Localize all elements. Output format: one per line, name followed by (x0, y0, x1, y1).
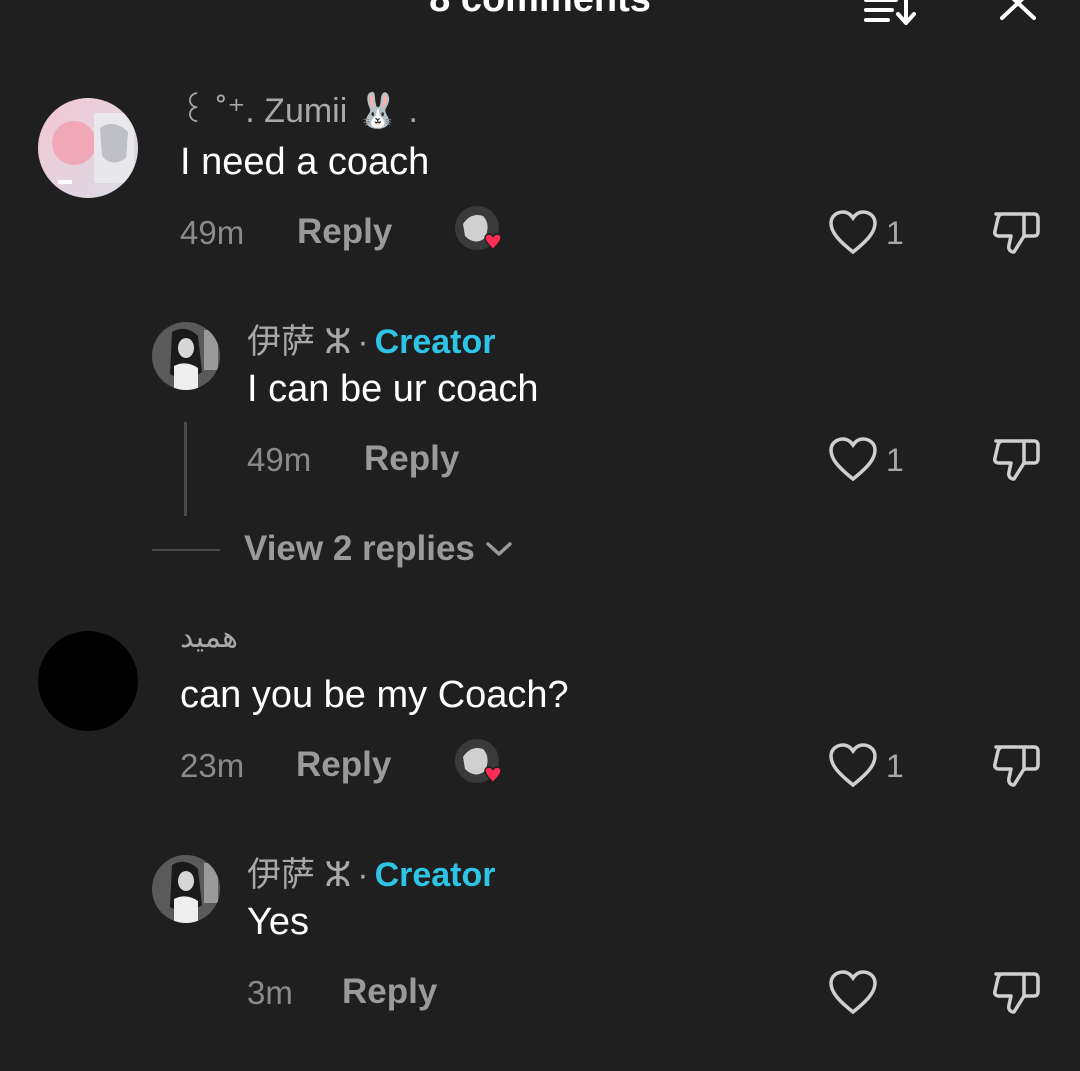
reply-text: I can be ur coach (247, 368, 539, 410)
thumbs-down-icon[interactable] (990, 741, 1044, 791)
thread-line (184, 422, 187, 516)
avatar[interactable] (38, 631, 138, 731)
heart-icon (829, 743, 877, 788)
comment-timestamp: 23m (180, 747, 245, 784)
reply-text: Yes (247, 901, 309, 943)
reply-username[interactable]: 伊萨 ⵣ · Creator (247, 314, 496, 363)
reply-timestamp: 49m (247, 441, 312, 478)
comment-username[interactable]: همید (180, 620, 238, 655)
reply-timestamp: 3m (247, 974, 293, 1011)
separator-dot: · (357, 323, 369, 361)
creator-liked-icon (455, 739, 502, 784)
thumbs-down-icon[interactable] (990, 435, 1044, 485)
comment-text: can you be my Coach? (180, 674, 569, 716)
comments-panel: 8 comments ꒰ ˚⁺. Zumii 🐰 . I need a (0, 0, 1080, 1071)
like-button[interactable]: 1 (828, 741, 904, 791)
like-button[interactable]: 1 (828, 435, 904, 485)
reply-button[interactable]: Reply (364, 439, 459, 479)
reply-button[interactable]: Reply (297, 212, 392, 252)
close-icon[interactable] (998, 0, 1038, 24)
like-count: 1 (886, 747, 904, 784)
reply-username-text: 伊萨 ⵣ (247, 323, 352, 361)
heart-icon (829, 437, 877, 482)
view-replies-button[interactable]: View 2 replies (244, 529, 513, 569)
comment-text: I need a coach (180, 141, 430, 183)
like-button[interactable]: 1 (828, 208, 904, 258)
like-count: 1 (886, 214, 904, 251)
heart-icon (829, 970, 877, 1015)
reply-button[interactable]: Reply (342, 972, 437, 1012)
creator-badge: Creator (374, 856, 496, 894)
like-count: 1 (886, 441, 904, 478)
creator-liked-icon (455, 206, 502, 251)
avatar[interactable] (152, 322, 220, 390)
chevron-down-icon (486, 542, 512, 556)
separator-dot: · (357, 856, 369, 894)
reply-username-text: 伊萨 ⵣ (247, 856, 352, 894)
thumbs-down-icon[interactable] (990, 208, 1044, 258)
comments-count-title: 8 comments (0, 0, 1080, 21)
view-replies-label: View 2 replies (244, 529, 475, 568)
view-replies-divider (152, 549, 220, 551)
heart-icon (829, 210, 877, 255)
comment-timestamp: 49m (180, 214, 245, 251)
comment-username[interactable]: ꒰ ˚⁺. Zumii 🐰 . (180, 86, 418, 131)
like-button[interactable] (828, 968, 886, 1018)
creator-badge: Creator (374, 323, 496, 361)
sort-icon[interactable] (862, 0, 916, 26)
reply-username[interactable]: 伊萨 ⵣ · Creator (247, 847, 496, 896)
thumbs-down-icon[interactable] (990, 968, 1044, 1018)
avatar[interactable] (152, 855, 220, 923)
avatar[interactable] (38, 98, 138, 198)
reply-button[interactable]: Reply (296, 745, 391, 785)
